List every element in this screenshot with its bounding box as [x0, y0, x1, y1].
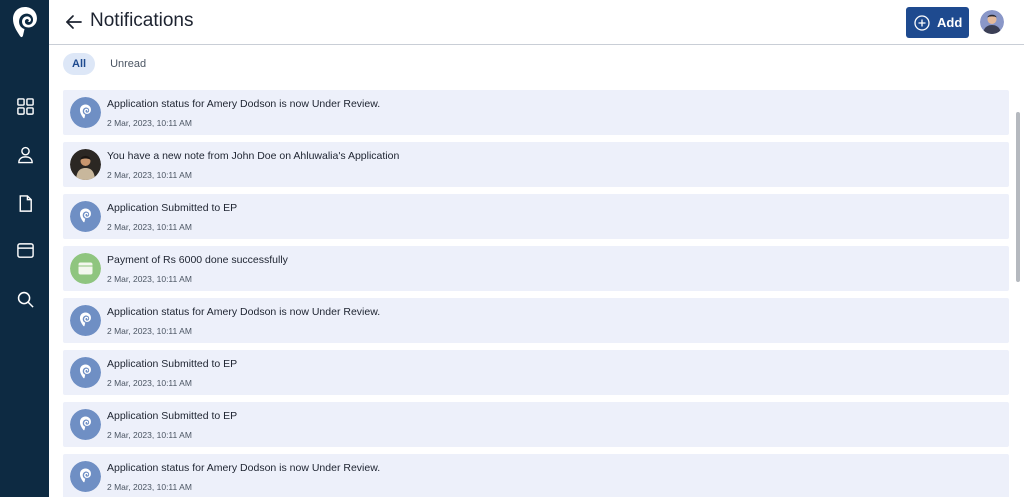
notification-time: 2 Mar, 2023, 10:11 AM: [107, 430, 192, 440]
user-avatar-icon: [980, 10, 1004, 34]
notification-item[interactable]: Application status for Amery Dodson is n…: [63, 298, 1009, 343]
arrow-left-icon: [66, 15, 82, 29]
notification-item[interactable]: Application Submitted to EP 2 Mar, 2023,…: [63, 402, 1009, 447]
notification-message: Application status for Amery Dodson is n…: [107, 462, 381, 474]
notification-time: 2 Mar, 2023, 10:11 AM: [107, 378, 192, 388]
filter-tabs: All Unread: [63, 53, 161, 75]
wallet-icon: [16, 242, 34, 258]
sidebar-item-users[interactable]: [12, 141, 38, 167]
add-button[interactable]: Add: [906, 7, 969, 38]
notification-time: 2 Mar, 2023, 10:11 AM: [107, 274, 192, 284]
document-icon: [19, 194, 32, 212]
notification-message: Application status for Amery Dodson is n…: [107, 98, 381, 110]
notification-time: 2 Mar, 2023, 10:11 AM: [107, 170, 192, 180]
scrollbar-thumb[interactable]: [1016, 112, 1020, 282]
notification-message: Application Submitted to EP: [107, 202, 238, 214]
wallet-icon: [70, 253, 101, 284]
notification-time: 2 Mar, 2023, 10:11 AM: [107, 482, 192, 492]
notification-item[interactable]: You have a new note from John Doe on Ahl…: [63, 142, 1009, 187]
sidebar-item-documents[interactable]: [12, 190, 38, 216]
tab-all[interactable]: All: [63, 53, 96, 75]
sidebar: [0, 0, 49, 497]
notification-item[interactable]: Application status for Amery Dodson is n…: [63, 90, 1009, 135]
notification-logo-icon: [70, 97, 101, 128]
notification-message: Application Submitted to EP: [107, 358, 238, 370]
page-title: Notifications: [90, 10, 194, 31]
notification-logo-icon: [70, 201, 101, 232]
notification-time: 2 Mar, 2023, 10:11 AM: [107, 222, 192, 232]
notification-item[interactable]: Application Submitted to EP 2 Mar, 2023,…: [63, 194, 1009, 239]
search-icon: [17, 291, 34, 308]
notification-logo-icon: [70, 409, 101, 440]
notification-time: 2 Mar, 2023, 10:11 AM: [107, 326, 192, 336]
sidebar-item-search[interactable]: [12, 286, 38, 312]
sidebar-item-dashboard[interactable]: [12, 93, 38, 119]
tab-unread[interactable]: Unread: [101, 53, 155, 75]
notification-logo-icon: [70, 357, 101, 388]
plus-circle-icon: [914, 14, 930, 31]
sidebar-item-wallet[interactable]: [12, 237, 38, 263]
header: Notifications Add: [49, 0, 1024, 45]
brand-logo-icon[interactable]: [12, 6, 38, 38]
add-button-label: Add: [937, 15, 963, 30]
notification-item[interactable]: Application status for Amery Dodson is n…: [63, 454, 1009, 497]
app: Notifications Add All Unread Application…: [0, 0, 1024, 497]
notification-item[interactable]: Payment of Rs 6000 done successfully 2 M…: [63, 246, 1009, 291]
notification-logo-icon: [70, 305, 101, 336]
notification-logo-icon: [70, 461, 101, 492]
back-button[interactable]: [63, 11, 85, 33]
avatar[interactable]: [980, 10, 1004, 34]
notification-message: You have a new note from John Doe on Ahl…: [107, 150, 400, 162]
notification-message: Payment of Rs 6000 done successfully: [107, 254, 288, 266]
user-photo-icon: [70, 149, 101, 180]
notification-message: Application status for Amery Dodson is n…: [107, 306, 381, 318]
user-icon: [17, 146, 33, 163]
notification-time: 2 Mar, 2023, 10:11 AM: [107, 118, 192, 128]
notification-item[interactable]: Application Submitted to EP 2 Mar, 2023,…: [63, 350, 1009, 395]
notification-message: Application Submitted to EP: [107, 410, 238, 422]
grid-icon: [16, 97, 34, 115]
